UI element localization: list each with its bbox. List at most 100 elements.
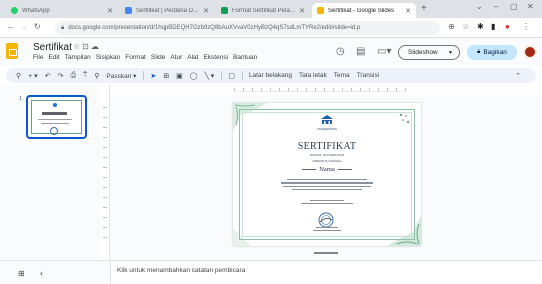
- site-favicon-icon: [125, 7, 132, 14]
- forward-icon[interactable]: →: [20, 22, 28, 31]
- close-tab-icon[interactable]: ✕: [107, 7, 113, 15]
- menu-file[interactable]: File: [33, 54, 43, 61]
- browser-tab-strip: WhatsApp ✕ Sertifikat | Perdana Digital …: [0, 0, 542, 18]
- thumbnail-line: [38, 119, 72, 120]
- collapse-menus-icon[interactable]: ⌃: [515, 72, 521, 80]
- line-icon[interactable]: ╲ ▾: [205, 72, 215, 80]
- comment-add-icon[interactable]: ▢: [228, 72, 235, 80]
- tab-title: Format Sertifikat Pelatihan - Digi...: [232, 7, 297, 14]
- cloud-status-icon[interactable]: ☁: [91, 42, 101, 51]
- zoom-icon[interactable]: ⚲: [94, 72, 99, 80]
- close-tab-icon[interactable]: ✕: [405, 7, 411, 15]
- institution-logo-icon: [321, 115, 333, 124]
- text-box-icon[interactable]: ⊞: [163, 72, 169, 80]
- recipient-name-row: Nama: [291, 166, 363, 173]
- image-icon[interactable]: ▣: [176, 72, 183, 80]
- slides-header: Sertifikat ☆⊡☁ File Edit Tampilan Sisipk…: [0, 38, 542, 66]
- menu-help[interactable]: Bantuan: [233, 54, 257, 61]
- browser-tab-slides[interactable]: Sertifikat - Google Slides ✕: [312, 3, 416, 18]
- menu-insert[interactable]: Sisipkan: [96, 54, 121, 61]
- thumbnail-title: [42, 112, 67, 115]
- transition-button[interactable]: Transisi: [357, 72, 380, 79]
- zoom-select[interactable]: Passkan ▾: [106, 72, 136, 80]
- print-icon[interactable]: ⎙: [70, 72, 76, 80]
- version-history-icon[interactable]: ◷: [336, 46, 345, 57]
- close-tab-icon[interactable]: ✕: [299, 7, 305, 15]
- menu-edit[interactable]: Edit: [48, 54, 59, 61]
- reload-icon[interactable]: ↻: [34, 22, 41, 31]
- url-field[interactable]: 🔒︎ docs.google.com/presentation/d/1hqpBD…: [55, 21, 440, 35]
- redo-icon[interactable]: ↷: [58, 72, 64, 80]
- extension-puzzle-icon[interactable]: ✱: [477, 22, 484, 31]
- menu-tools[interactable]: Alat: [187, 54, 198, 61]
- speaker-notes[interactable]: Klik untuk menambahkan catatan pembicara: [110, 261, 542, 284]
- close-tab-icon[interactable]: ✕: [203, 7, 209, 15]
- new-tab-icon[interactable]: +: [421, 3, 427, 14]
- browser-tab-format[interactable]: Format Sertifikat Pelatihan - Digi... ✕: [216, 3, 310, 18]
- slides-logo-icon[interactable]: [6, 43, 18, 59]
- menu-view[interactable]: Tampilan: [65, 54, 91, 61]
- minimize-icon[interactable]: –: [494, 2, 498, 11]
- lock-icon: 🔒︎: [477, 49, 481, 55]
- star-icon[interactable]: ☆: [73, 42, 82, 51]
- certificate-given-to: DIBERIKAN KEPADA: [312, 159, 342, 163]
- toolbar-divider: [241, 71, 243, 80]
- lock-icon: 🔒︎: [61, 24, 65, 31]
- chevron-down-icon[interactable]: ▼: [448, 50, 453, 56]
- collapse-filmstrip-icon[interactable]: ‹: [40, 268, 43, 278]
- certificate-number: NOMOR: 001/SERT/2023: [309, 153, 345, 157]
- undo-icon[interactable]: ↶: [45, 72, 51, 80]
- menu-bar: File Edit Tampilan Sisipkan Format Slide…: [33, 54, 257, 61]
- background-button[interactable]: Latar belakang: [249, 72, 292, 79]
- slideshow-button[interactable]: Slideshow ▼: [398, 45, 460, 60]
- tab-title: Sertifikat | Perdana Digital - Lin...: [136, 7, 200, 14]
- move-folder-icon[interactable]: ⊡: [82, 42, 91, 51]
- shape-icon[interactable]: ◯: [190, 72, 198, 80]
- chrome-menu-icon[interactable]: ⋮: [522, 22, 530, 31]
- comments-icon[interactable]: ▤: [356, 46, 365, 57]
- certificate-title: SERTIFIKAT: [297, 141, 357, 152]
- layout-button[interactable]: Tata letak: [299, 72, 327, 79]
- paint-format-icon[interactable]: ⍑: [83, 72, 87, 80]
- vertical-ruler: [100, 85, 110, 260]
- close-window-icon[interactable]: ✕: [527, 2, 534, 11]
- browser-tab-whatsapp[interactable]: WhatsApp ✕: [6, 3, 118, 18]
- institution-name: UNIVERSITAS: [317, 127, 337, 131]
- slide-filmstrip: 1: [0, 85, 100, 260]
- toolbar: ⚲ + ▾ ↶ ↷ ⎙ ⍑ ⚲ Passkan ▾ ➤ ⊞ ▣ ◯ ╲ ▾ ▢ …: [6, 68, 536, 83]
- theme-button[interactable]: Tema: [334, 72, 350, 79]
- zoom-label: Passkan: [106, 72, 132, 80]
- menu-slide[interactable]: Slide: [151, 54, 165, 61]
- select-cursor-icon[interactable]: ➤: [150, 72, 156, 80]
- toolbar-divider: [221, 71, 223, 80]
- side-panel-icon[interactable]: ▮: [491, 22, 495, 31]
- back-icon[interactable]: ←: [7, 22, 15, 31]
- tab-search-icon[interactable]: ⌄: [476, 2, 483, 11]
- bookmark-star-icon[interactable]: ☆: [462, 22, 469, 31]
- meet-camera-icon[interactable]: ▭▾: [377, 46, 391, 57]
- maximize-icon[interactable]: ▢: [510, 2, 518, 11]
- signatory-text: [313, 227, 341, 232]
- url-text: docs.google.com/presentation/d/1hqpBDEQH…: [68, 25, 361, 31]
- search-menus-icon[interactable]: ⚲: [16, 72, 21, 80]
- profile-icon[interactable]: ●: [505, 22, 510, 31]
- slides-favicon-icon: [317, 7, 324, 14]
- menu-arrange[interactable]: Atur: [170, 54, 182, 61]
- browser-tab-sertifikat[interactable]: Sertifikat | Perdana Digital - Lin... ✕: [120, 3, 214, 18]
- document-title[interactable]: Sertifikat: [33, 42, 72, 53]
- toolbar-divider: [143, 71, 145, 80]
- menu-format[interactable]: Format: [125, 54, 146, 61]
- certificate-body-text: [281, 179, 373, 192]
- slideshow-label: Slideshow: [408, 49, 438, 56]
- notes-resize-handle[interactable]: [314, 252, 338, 254]
- menu-extensions[interactable]: Ekstensi: [203, 54, 228, 61]
- install-app-icon[interactable]: ⊕: [448, 22, 455, 31]
- address-bar-row: ← → ↻ 🔒︎ docs.google.com/presentation/d/…: [0, 18, 542, 38]
- share-label: Bagikan: [483, 49, 507, 56]
- slide-thumbnail[interactable]: [26, 95, 87, 139]
- new-slide-icon[interactable]: + ▾: [28, 72, 38, 80]
- share-button[interactable]: 🔒︎ Bagikan: [467, 45, 517, 60]
- grid-view-icon[interactable]: ⊞: [18, 269, 25, 278]
- certificate-slide[interactable]: UNIVERSITAS SERTIFIKAT NOMOR: 001/SERT/2…: [233, 103, 421, 246]
- avatar[interactable]: [523, 45, 537, 59]
